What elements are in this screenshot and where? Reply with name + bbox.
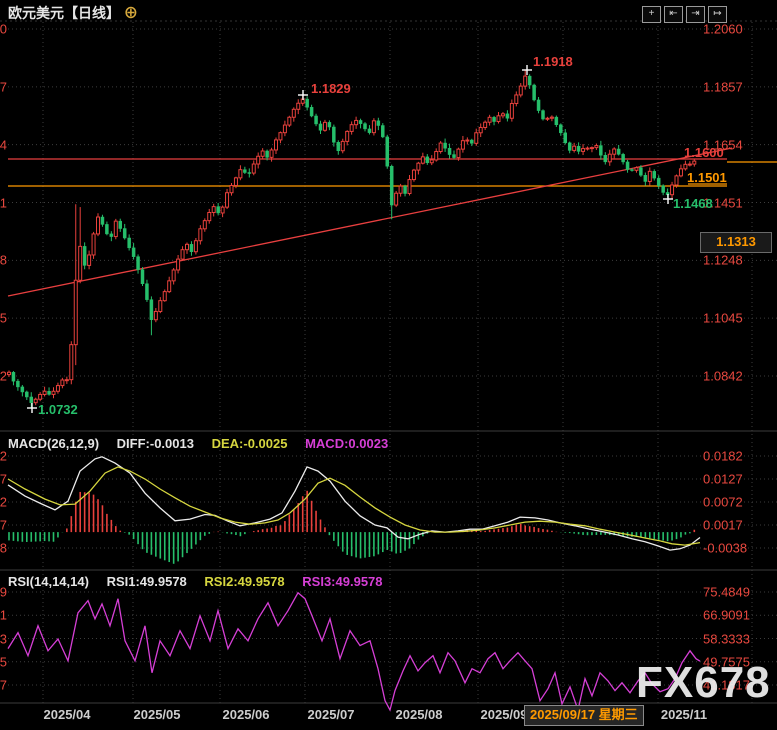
price-annotation: 1.1501 <box>687 170 727 185</box>
price-y-tick-left: 1.1045 <box>0 311 7 326</box>
macd-y-tick: 0.0182 <box>703 449 743 464</box>
rsi-y-tick: 75.4849 <box>703 585 750 600</box>
price-y-tick: 1.2060 <box>703 22 743 37</box>
macd-name-label: MACD(26,12,9) <box>8 436 99 451</box>
rsi-name-label: RSI(14,14,14) <box>8 574 89 589</box>
macd-diff-value: DIFF:-0.0013 <box>117 436 194 451</box>
macd-dea-value: DEA:-0.0025 <box>212 436 288 451</box>
x-axis-label: 2025/07 <box>308 707 355 722</box>
rsi-y-tick-left: 66.9091 <box>0 608 7 623</box>
crosshair-icon[interactable]: + <box>642 6 661 23</box>
rsi-y-tick-left: 58.3333 <box>0 631 7 646</box>
page-title: 欧元美元【日线】 ⊕ <box>8 3 138 23</box>
x-axis-label: 2025/04 <box>44 707 91 722</box>
x-axis-label: 2025/06 <box>223 707 270 722</box>
crosshair-price-box: 1.1313 <box>700 232 772 253</box>
fit-right-icon[interactable]: ⇥ <box>686 6 705 23</box>
chart-app: 欧元美元【日线】 ⊕ +⇤⇥↦ MACD(26,12,9) DIFF:-0.00… <box>0 0 777 730</box>
symbol-title: 欧元美元【日线】 <box>8 5 120 21</box>
rsi-label-row: RSI(14,14,14) RSI1:49.9578 RSI2:49.9578 … <box>8 574 397 589</box>
rsi2-value: RSI2:49.9578 <box>204 574 284 589</box>
macd-y-tick: -0.0038 <box>703 541 747 556</box>
price-annotation: 1.1600 <box>684 145 724 160</box>
macd-y-tick: 0.0127 <box>703 472 743 487</box>
rsi-y-tick: 66.9091 <box>703 608 750 623</box>
price-y-tick: 1.0842 <box>703 369 743 384</box>
macd-label-row: MACD(26,12,9) DIFF:-0.0013 DEA:-0.0025 M… <box>8 436 402 451</box>
fit-left-icon[interactable]: ⇤ <box>664 6 683 23</box>
price-y-tick: 1.1045 <box>703 311 743 326</box>
price-annotation: 1.1829 <box>311 81 351 96</box>
macd-y-tick-left: 0.0017 <box>0 518 7 533</box>
x-axis-label: 2025/09 <box>481 707 528 722</box>
price-y-tick-left: 1.1654 <box>0 137 7 152</box>
price-y-tick-left: 1.2060 <box>0 22 7 37</box>
x-axis-label: 2025/05 <box>134 707 181 722</box>
price-annotation: 1.1468 <box>673 196 713 211</box>
rsi-y-tick-left: 75.4849 <box>0 585 7 600</box>
macd-y-tick-left: 0.0127 <box>0 472 7 487</box>
macd-macd-value: MACD:0.0023 <box>305 436 388 451</box>
macd-y-tick: 0.0017 <box>703 518 743 533</box>
macd-y-tick-left: 0.0072 <box>0 495 7 510</box>
shift-right-icon[interactable]: ↦ <box>708 6 727 23</box>
macd-y-tick-left: -0.0038 <box>0 541 7 556</box>
crosshair-date-tooltip: 2025/09/17 星期三 <box>524 705 644 726</box>
rsi-y-tick: 58.3333 <box>703 631 750 646</box>
price-y-tick-left: 1.1248 <box>0 253 7 268</box>
macd-y-tick-left: 0.0182 <box>0 449 7 464</box>
price-y-tick: 1.1248 <box>703 253 743 268</box>
price-y-tick-left: 1.1857 <box>0 79 7 94</box>
rsi1-value: RSI1:49.9578 <box>107 574 187 589</box>
circle-plus-icon[interactable]: ⊕ <box>124 5 138 21</box>
rsi3-value: RSI3:49.9578 <box>302 574 382 589</box>
price-annotation: 1.0732 <box>38 402 78 417</box>
price-y-tick-left: 1.0842 <box>0 369 7 384</box>
chart-toolbar: +⇤⇥↦ <box>642 6 727 23</box>
price-annotation: 1.1918 <box>533 54 573 69</box>
watermark-logo: FX678 <box>636 658 771 708</box>
rsi-y-tick-left: 41.1817 <box>0 678 7 693</box>
chart-canvas[interactable] <box>0 0 777 730</box>
rsi-y-tick-left: 49.7575 <box>0 654 7 669</box>
x-axis-label: 2025/11 <box>661 707 707 722</box>
x-axis-label: 2025/08 <box>396 707 443 722</box>
macd-y-tick: 0.0072 <box>703 495 743 510</box>
price-y-tick: 1.1857 <box>703 79 743 94</box>
price-y-tick-left: 1.1451 <box>0 195 7 210</box>
